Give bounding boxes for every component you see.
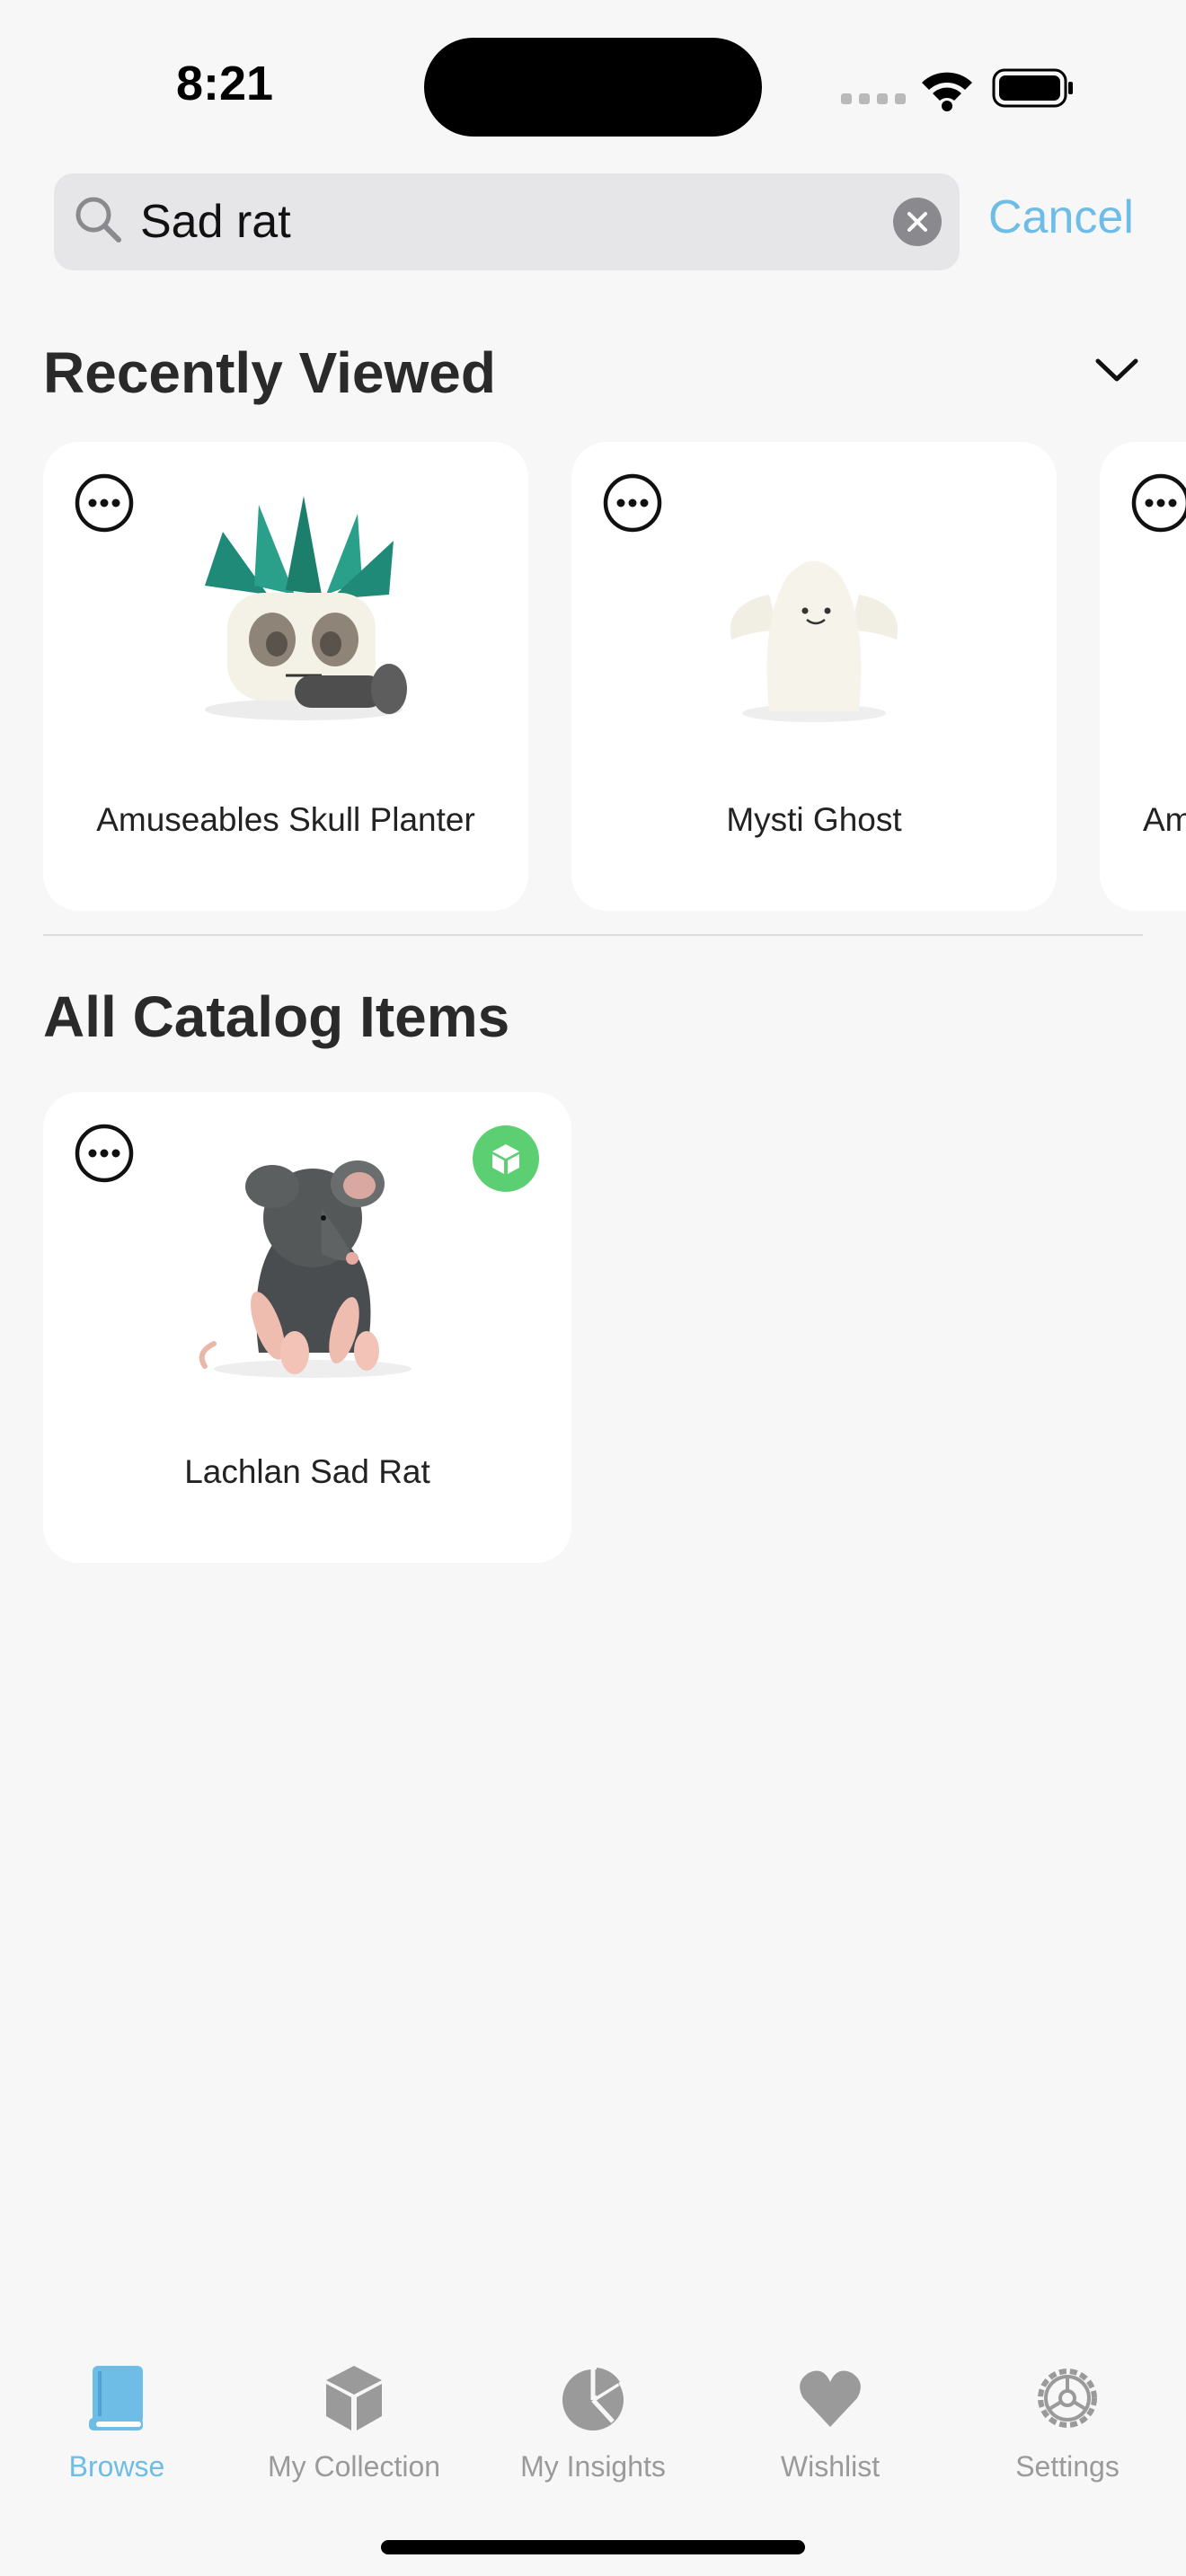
tab-label: Browse bbox=[68, 2450, 165, 2483]
dynamic-island bbox=[424, 38, 762, 137]
item-name: Mysti Ghost bbox=[726, 801, 902, 838]
tab-label: Settings bbox=[1015, 2450, 1120, 2483]
more-options-icon[interactable] bbox=[74, 1123, 135, 1184]
recently-viewed-title: Recently Viewed bbox=[43, 340, 496, 405]
tab-my-collection[interactable]: My Collection bbox=[246, 2362, 462, 2483]
app-screen: 8:21 Cancel Recently Viewed bbox=[0, 0, 1186, 2576]
wifi-icon bbox=[922, 72, 972, 111]
more-options-icon[interactable] bbox=[1130, 472, 1186, 534]
item-name: Am bbox=[1143, 801, 1186, 838]
catalog-item-card[interactable]: Lachlan Sad Rat bbox=[43, 1092, 571, 1563]
recent-item-card[interactable]: Amuseables Skull Planter bbox=[43, 442, 528, 911]
recent-item-card[interactable]: Am bbox=[1100, 442, 1186, 911]
pie-chart-icon bbox=[562, 2368, 624, 2430]
tab-label: Wishlist bbox=[780, 2450, 881, 2483]
tab-label: My Insights bbox=[520, 2450, 666, 2483]
more-options-icon[interactable] bbox=[74, 472, 135, 534]
tab-my-insights[interactable]: My Insights bbox=[485, 2362, 701, 2483]
battery-icon bbox=[992, 68, 1073, 108]
item-name: Lachlan Sad Rat bbox=[184, 1453, 430, 1490]
tab-settings[interactable]: Settings bbox=[960, 2362, 1175, 2483]
tab-wishlist[interactable]: Wishlist bbox=[722, 2362, 938, 2483]
cellular-signal-icon bbox=[841, 93, 906, 104]
book-icon bbox=[89, 2366, 143, 2430]
status-time: 8:21 bbox=[176, 57, 274, 110]
cancel-button[interactable]: Cancel bbox=[988, 190, 1134, 244]
in-collection-badge bbox=[473, 1125, 539, 1192]
chevron-down-icon[interactable] bbox=[1094, 352, 1139, 388]
more-options-icon[interactable] bbox=[602, 472, 663, 534]
home-indicator bbox=[381, 2540, 805, 2554]
gear-icon bbox=[1038, 2369, 1097, 2428]
section-divider bbox=[43, 934, 1143, 936]
search-icon bbox=[75, 197, 121, 243]
heart-icon bbox=[800, 2370, 861, 2427]
recent-item-card[interactable]: Mysti Ghost bbox=[571, 442, 1057, 911]
clear-search-button[interactable] bbox=[893, 198, 942, 246]
box-icon bbox=[492, 1144, 519, 1174]
ghost-image bbox=[730, 560, 898, 722]
tab-browse[interactable]: Browse bbox=[9, 2362, 225, 2483]
sad-rat-image bbox=[199, 1160, 412, 1378]
search-bar[interactable] bbox=[54, 173, 960, 270]
item-name: Amuseables Skull Planter bbox=[96, 801, 475, 838]
search-input[interactable] bbox=[140, 173, 931, 270]
tab-label: My Collection bbox=[267, 2450, 441, 2483]
box-icon bbox=[326, 2366, 382, 2430]
catalog-title: All Catalog Items bbox=[43, 984, 510, 1049]
close-icon bbox=[907, 212, 927, 232]
skull-planter-image bbox=[205, 496, 407, 720]
